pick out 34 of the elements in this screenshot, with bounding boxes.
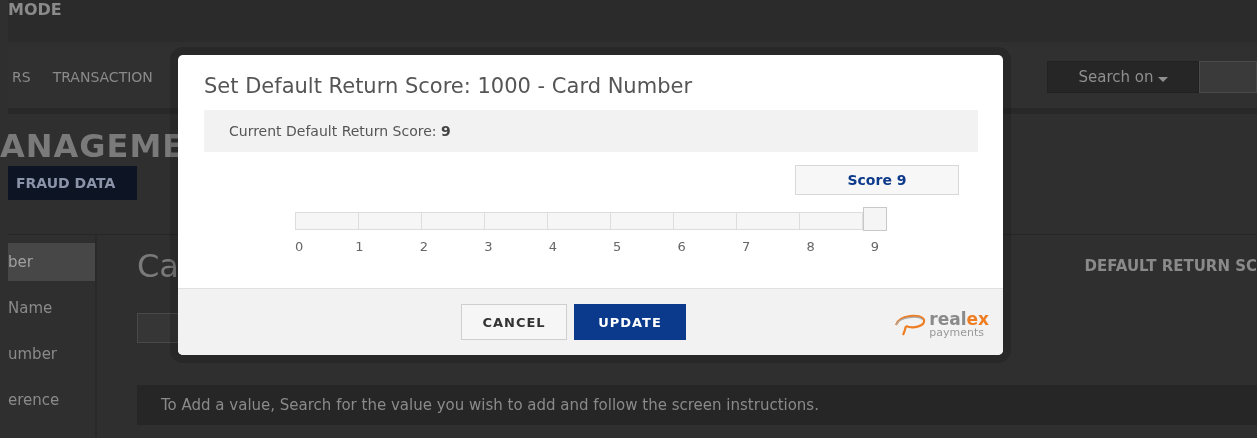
tick-label: 2 [419,239,428,254]
update-button[interactable]: UPDATE [574,304,686,340]
tick-label: 0 [295,239,304,254]
logo-tagline: payments [929,327,985,338]
swoosh-icon [893,312,928,337]
header-title: MODE [8,0,62,20]
nav-link[interactable]: RS [12,69,31,85]
logo-name: realex [929,311,989,328]
tick-label: 3 [484,239,493,254]
score-label: Score 9 [847,172,907,188]
tick-label: 7 [741,239,751,254]
sidebar-item[interactable]: ber [8,243,95,281]
modal-title: Set Default Return Score: 1000 - Card Number [204,73,694,100]
slider-thumb[interactable] [863,207,887,231]
tick-label: 1 [355,239,364,254]
fraud-data-button[interactable]: FRAUD DATA [8,166,138,200]
column-heading: DEFAULT RETURN SC [1084,257,1257,275]
search-on-dropdown[interactable]: Search on [1047,61,1199,93]
tick-label: 6 [677,239,686,254]
tick-label: 8 [806,239,815,254]
nav-link[interactable]: TRANSACTION [52,69,153,85]
current-score-text: Current Default Return Score: 9 [229,123,451,139]
sidebar-item[interactable]: erence [8,381,95,419]
content-heading: Ca [137,247,179,285]
tick-label: 9 [870,239,880,254]
info-text: To Add a value, Search for the value you wish to add and follow the screen instructions. [161,396,819,414]
tick-label: 4 [548,239,557,254]
sidebar-item[interactable]: Name [8,289,95,327]
tick-label: 5 [613,239,622,254]
sidebar-item[interactable]: umber [8,335,95,373]
cancel-button[interactable]: CANCEL [461,304,567,340]
caret-icon [1157,76,1168,82]
page-title: ANAGEME [0,128,186,164]
search-field[interactable] [1199,61,1257,93]
